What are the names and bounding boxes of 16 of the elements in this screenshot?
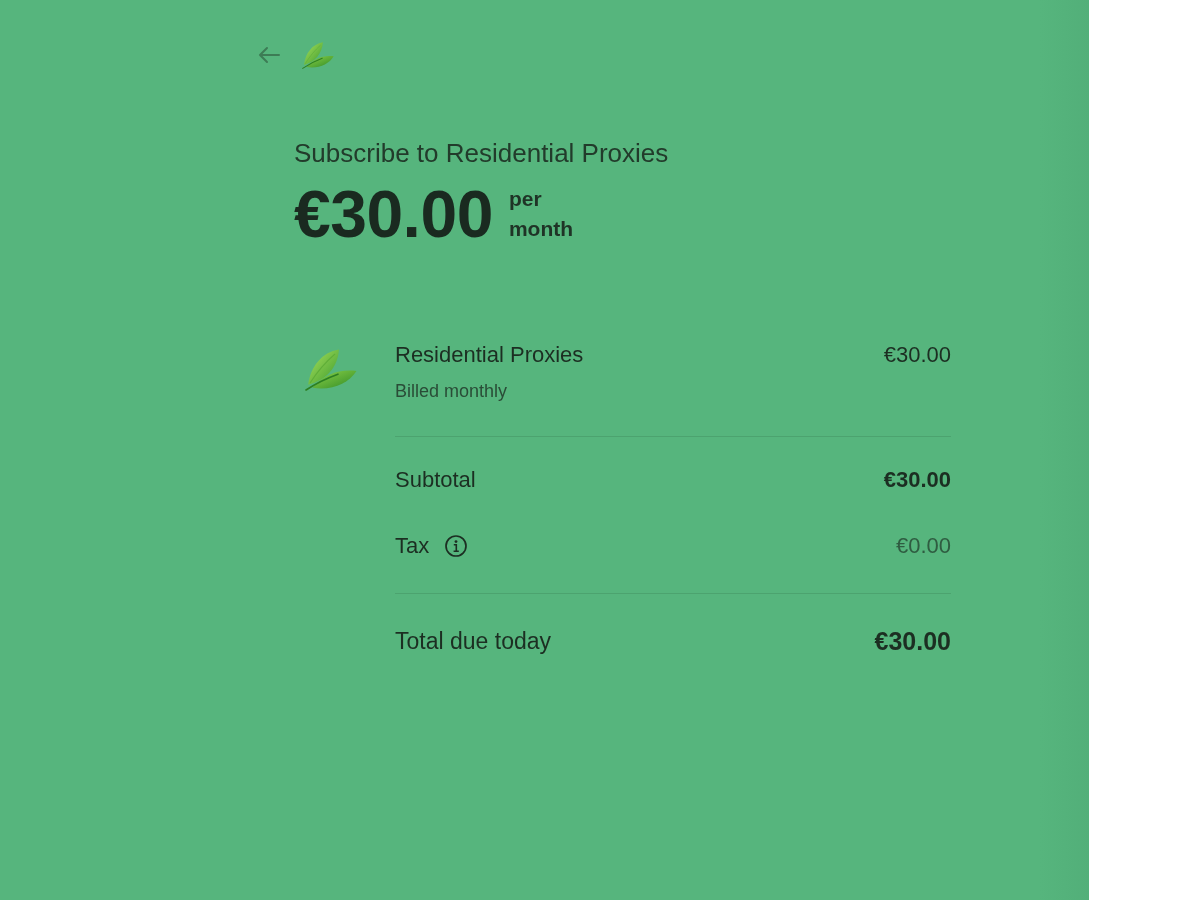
price-amount: €30.00 <box>294 181 493 247</box>
product-name: Residential Proxies <box>395 341 584 369</box>
subtotal-amount: €30.00 <box>883 466 951 494</box>
billing-period: Billed monthly <box>395 380 509 403</box>
back-arrow-icon <box>258 46 280 64</box>
info-icon[interactable] <box>445 535 468 557</box>
total-amount: €30.00 <box>874 626 951 656</box>
total-label: Total due today <box>395 627 551 656</box>
subscription-title: Subscribe to Residential Proxies <box>294 137 670 169</box>
billing-interval: per month <box>508 186 574 242</box>
tax-amount: €0.00 <box>895 532 951 560</box>
subtotal-label: Subtotal <box>395 466 476 494</box>
leaf-icon <box>305 349 357 391</box>
tax-label: Tax <box>395 532 430 560</box>
product-price: €30.00 <box>883 341 951 369</box>
leaf-icon <box>302 41 334 69</box>
